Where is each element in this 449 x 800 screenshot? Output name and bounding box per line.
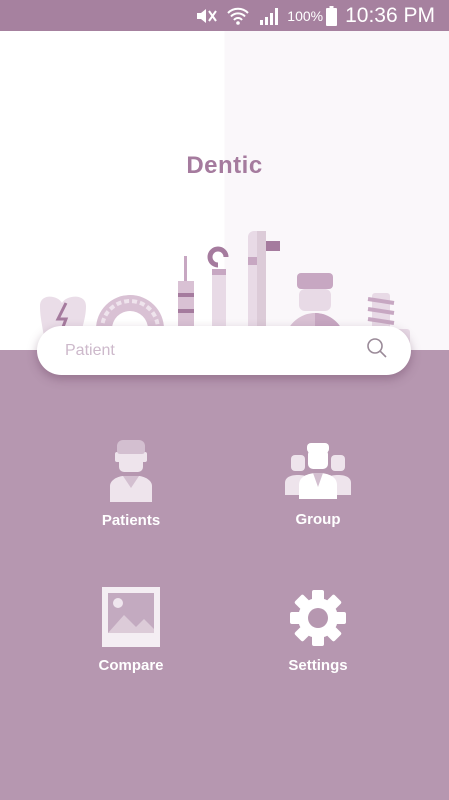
status-bar: 100% 10:36 PM (0, 0, 449, 31)
search-bar[interactable] (37, 326, 411, 375)
signal-icon (259, 7, 281, 25)
image-icon (102, 587, 160, 647)
group-button[interactable]: Group (238, 441, 398, 528)
wifi-icon (227, 7, 250, 25)
app-title: Dentic (186, 152, 263, 179)
settings-button[interactable]: Settings (238, 589, 398, 674)
group-icon (285, 443, 351, 499)
gear-icon (290, 590, 346, 646)
battery-icon (326, 5, 338, 26)
compare-button[interactable]: Compare (51, 587, 211, 674)
settings-label: Settings (288, 657, 348, 674)
patients-button[interactable]: Patients (51, 438, 211, 529)
group-label: Group (295, 511, 341, 528)
search-input[interactable] (63, 340, 365, 361)
compare-label: Compare (98, 657, 164, 674)
patient-avatar-icon (110, 440, 152, 502)
search-icon[interactable] (365, 336, 389, 365)
header-area: Dentic (0, 31, 449, 355)
clock: 10:36 PM (345, 3, 435, 27)
patients-label: Patients (101, 512, 161, 529)
battery-percentage: 100% (287, 7, 324, 24)
mute-icon (195, 7, 218, 25)
